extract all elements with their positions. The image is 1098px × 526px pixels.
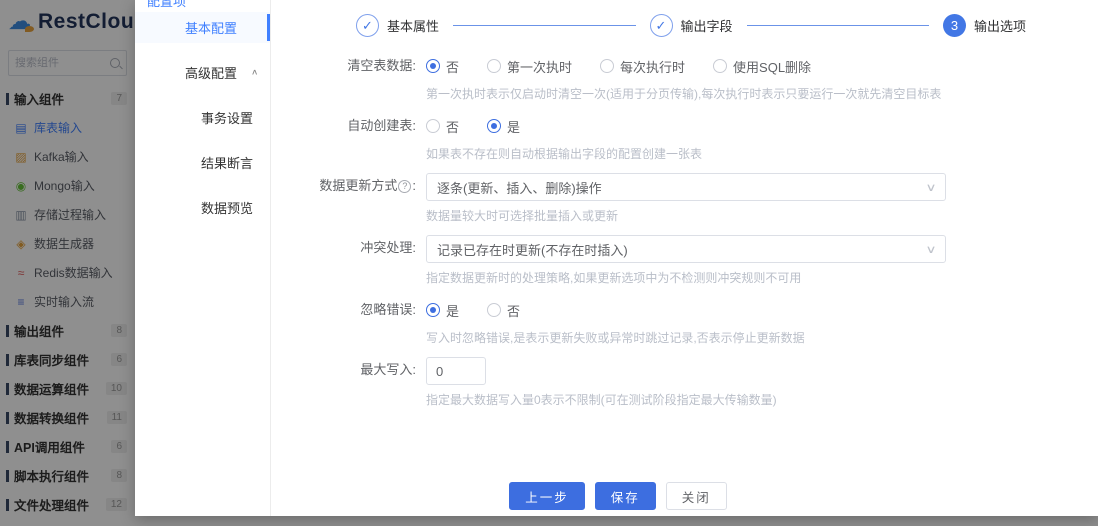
config-nav: 配置项 基本配置 高级配置 ∧ 事务设置 结果断言 数据预览	[135, 0, 271, 516]
radio-option-sql-delete[interactable]: 使用SQL删除	[713, 57, 811, 76]
nav-item-result-assertion[interactable]: 结果断言	[135, 147, 270, 178]
radio-label[interactable]: 否	[507, 301, 520, 320]
field-label-text: 数据更新方式	[319, 178, 398, 193]
radio-option-first-run[interactable]: 第一次执时	[487, 57, 572, 76]
step-done-check-icon: ✓	[356, 14, 379, 37]
prev-step-button[interactable]: 上一步	[509, 482, 585, 510]
radio-checked-icon[interactable]	[426, 303, 440, 317]
auto-create-radio-group: 否 是	[426, 113, 946, 139]
radio-label[interactable]: 每次执行时	[620, 57, 685, 76]
radio-checked-icon[interactable]	[487, 119, 502, 133]
step-number-badge: 3	[943, 14, 966, 37]
select-value: 记录已存在时更新(不存在时插入)	[437, 242, 628, 258]
chevron-down-icon: ∨	[925, 181, 937, 194]
radio-option-no[interactable]: 否	[487, 301, 520, 320]
radio-label[interactable]: 是	[446, 301, 459, 320]
step-basic-attributes[interactable]: ✓ 基本属性	[356, 14, 439, 37]
radio-checked-icon[interactable]	[426, 59, 440, 73]
max-write-input[interactable]	[426, 357, 486, 385]
select-value: 逐条(更新、插入、删除)操作	[437, 180, 602, 196]
wizard-steps: ✓ 基本属性 ✓ 输出字段 3 输出选项	[272, 0, 1098, 37]
radio-option-yes[interactable]: 是	[426, 301, 459, 320]
field-label: 最大写入:	[360, 362, 416, 377]
save-button[interactable]: 保存	[594, 482, 656, 510]
form-row-ignore-error: 忽略错误: 是 否 写入时忽略错误,是表示更新失败或异常时跳过记录,否表示停止更…	[272, 297, 1098, 346]
form-row-update-mode: 数据更新方式?: 逐条(更新、插入、删除)操作 ∨ 数据量较大时可选择批量插入或…	[272, 173, 1098, 224]
step-connector	[746, 25, 929, 26]
chevron-down-icon: ∨	[925, 243, 937, 256]
nav-item-label: 高级配置	[185, 66, 238, 81]
label-colon: :	[412, 178, 416, 193]
nav-item-data-preview[interactable]: 数据预览	[135, 192, 270, 223]
form-row-auto-create: 自动创建表: 否 是 如果表不存在则自动根据输出字段的配置创建一张表	[272, 113, 1098, 162]
field-hint: 如果表不存在则自动根据输出字段的配置创建一张表	[426, 147, 703, 161]
radio-label[interactable]: 是	[507, 117, 520, 136]
field-label: 清空表数据:	[347, 58, 416, 73]
radio-label[interactable]: 否	[446, 57, 459, 76]
nav-item-transaction-settings[interactable]: 事务设置	[135, 102, 270, 133]
radio-label[interactable]: 第一次执时	[507, 57, 572, 76]
radio-option-yes[interactable]: 是	[487, 117, 520, 136]
dialog-footer: 上一步 保存 关闭	[272, 482, 964, 510]
field-hint: 指定最大数据写入量0表示不限制(可在测试阶段指定最大传输数量)	[426, 393, 777, 407]
step-label: 输出选项	[974, 19, 1027, 34]
nav-item-advanced-config[interactable]: 高级配置 ∧	[135, 57, 270, 88]
collapse-arrow-icon: ∧	[251, 68, 259, 77]
nav-item-label: 事务设置	[201, 111, 254, 126]
radio-option-no[interactable]: 否	[426, 57, 459, 76]
field-hint: 第一次执时表示仅启动时清空一次(适用于分页传输),每次执行时表示只要运行一次就先…	[426, 87, 942, 101]
step-done-check-icon: ✓	[649, 14, 673, 37]
nav-item-basic-config[interactable]: 基本配置	[135, 12, 270, 43]
field-hint: 数据量较大时可选择批量插入或更新	[426, 209, 619, 223]
radio-option-no[interactable]: 否	[426, 117, 459, 136]
nav-item-label: 基本配置	[185, 21, 238, 36]
step-output-options[interactable]: 3 输出选项	[943, 14, 1026, 37]
config-nav-title: 配置项	[147, 0, 187, 9]
output-options-form: 清空表数据: 否 第一次执时 每次执行时 使用SQL删除 第一次执时表示仅启动时…	[272, 37, 1098, 408]
field-label: 冲突处理:	[360, 240, 416, 255]
help-icon[interactable]: ?	[398, 179, 412, 193]
close-button[interactable]: 关闭	[665, 482, 727, 510]
radio-unchecked-icon[interactable]	[487, 303, 502, 317]
field-label: 数据更新方式?:	[272, 173, 426, 224]
radio-option-every-run[interactable]: 每次执行时	[600, 57, 685, 76]
form-row-clear-table: 清空表数据: 否 第一次执时 每次执行时 使用SQL删除 第一次执时表示仅启动时…	[272, 53, 1098, 102]
radio-unchecked-icon[interactable]	[426, 119, 440, 133]
step-output-fields[interactable]: ✓ 输出字段	[649, 14, 733, 37]
step-label: 基本属性	[387, 19, 440, 34]
ignore-error-radio-group: 是 否	[426, 297, 946, 323]
conflict-select[interactable]: 记录已存在时更新(不存在时插入) ∨	[426, 235, 946, 263]
radio-unchecked-icon[interactable]	[487, 59, 502, 73]
field-label: 自动创建表:	[347, 118, 416, 133]
radio-unchecked-icon[interactable]	[600, 59, 615, 73]
radio-label[interactable]: 否	[446, 117, 459, 136]
radio-label[interactable]: 使用SQL删除	[733, 57, 811, 76]
form-row-max-write: 最大写入: 指定最大数据写入量0表示不限制(可在测试阶段指定最大传输数量)	[272, 357, 1098, 408]
step-label: 输出字段	[680, 19, 733, 34]
output-options-dialog: 配置项 基本配置 高级配置 ∧ 事务设置 结果断言 数据预览 ✓ 基本属性 ✓	[135, 0, 1098, 516]
field-hint: 指定数据更新时的处理策略,如果更新选项中为不检测则冲突规则不可用	[426, 271, 802, 285]
config-content: ✓ 基本属性 ✓ 输出字段 3 输出选项 清空表数据: 否 第一次执时 每次执行…	[272, 0, 1098, 516]
nav-item-label: 数据预览	[201, 201, 254, 216]
clear-table-radio-group: 否 第一次执时 每次执行时 使用SQL删除	[426, 53, 946, 79]
radio-unchecked-icon[interactable]	[713, 59, 728, 73]
nav-item-label: 结果断言	[201, 156, 254, 171]
form-row-conflict: 冲突处理: 记录已存在时更新(不存在时插入) ∨ 指定数据更新时的处理策略,如果…	[272, 235, 1098, 286]
step-connector	[453, 25, 636, 26]
update-mode-select[interactable]: 逐条(更新、插入、删除)操作 ∨	[426, 173, 946, 201]
field-label: 忽略错误:	[360, 302, 416, 317]
field-hint: 写入时忽略错误,是表示更新失败或异常时跳过记录,否表示停止更新数据	[426, 331, 805, 345]
